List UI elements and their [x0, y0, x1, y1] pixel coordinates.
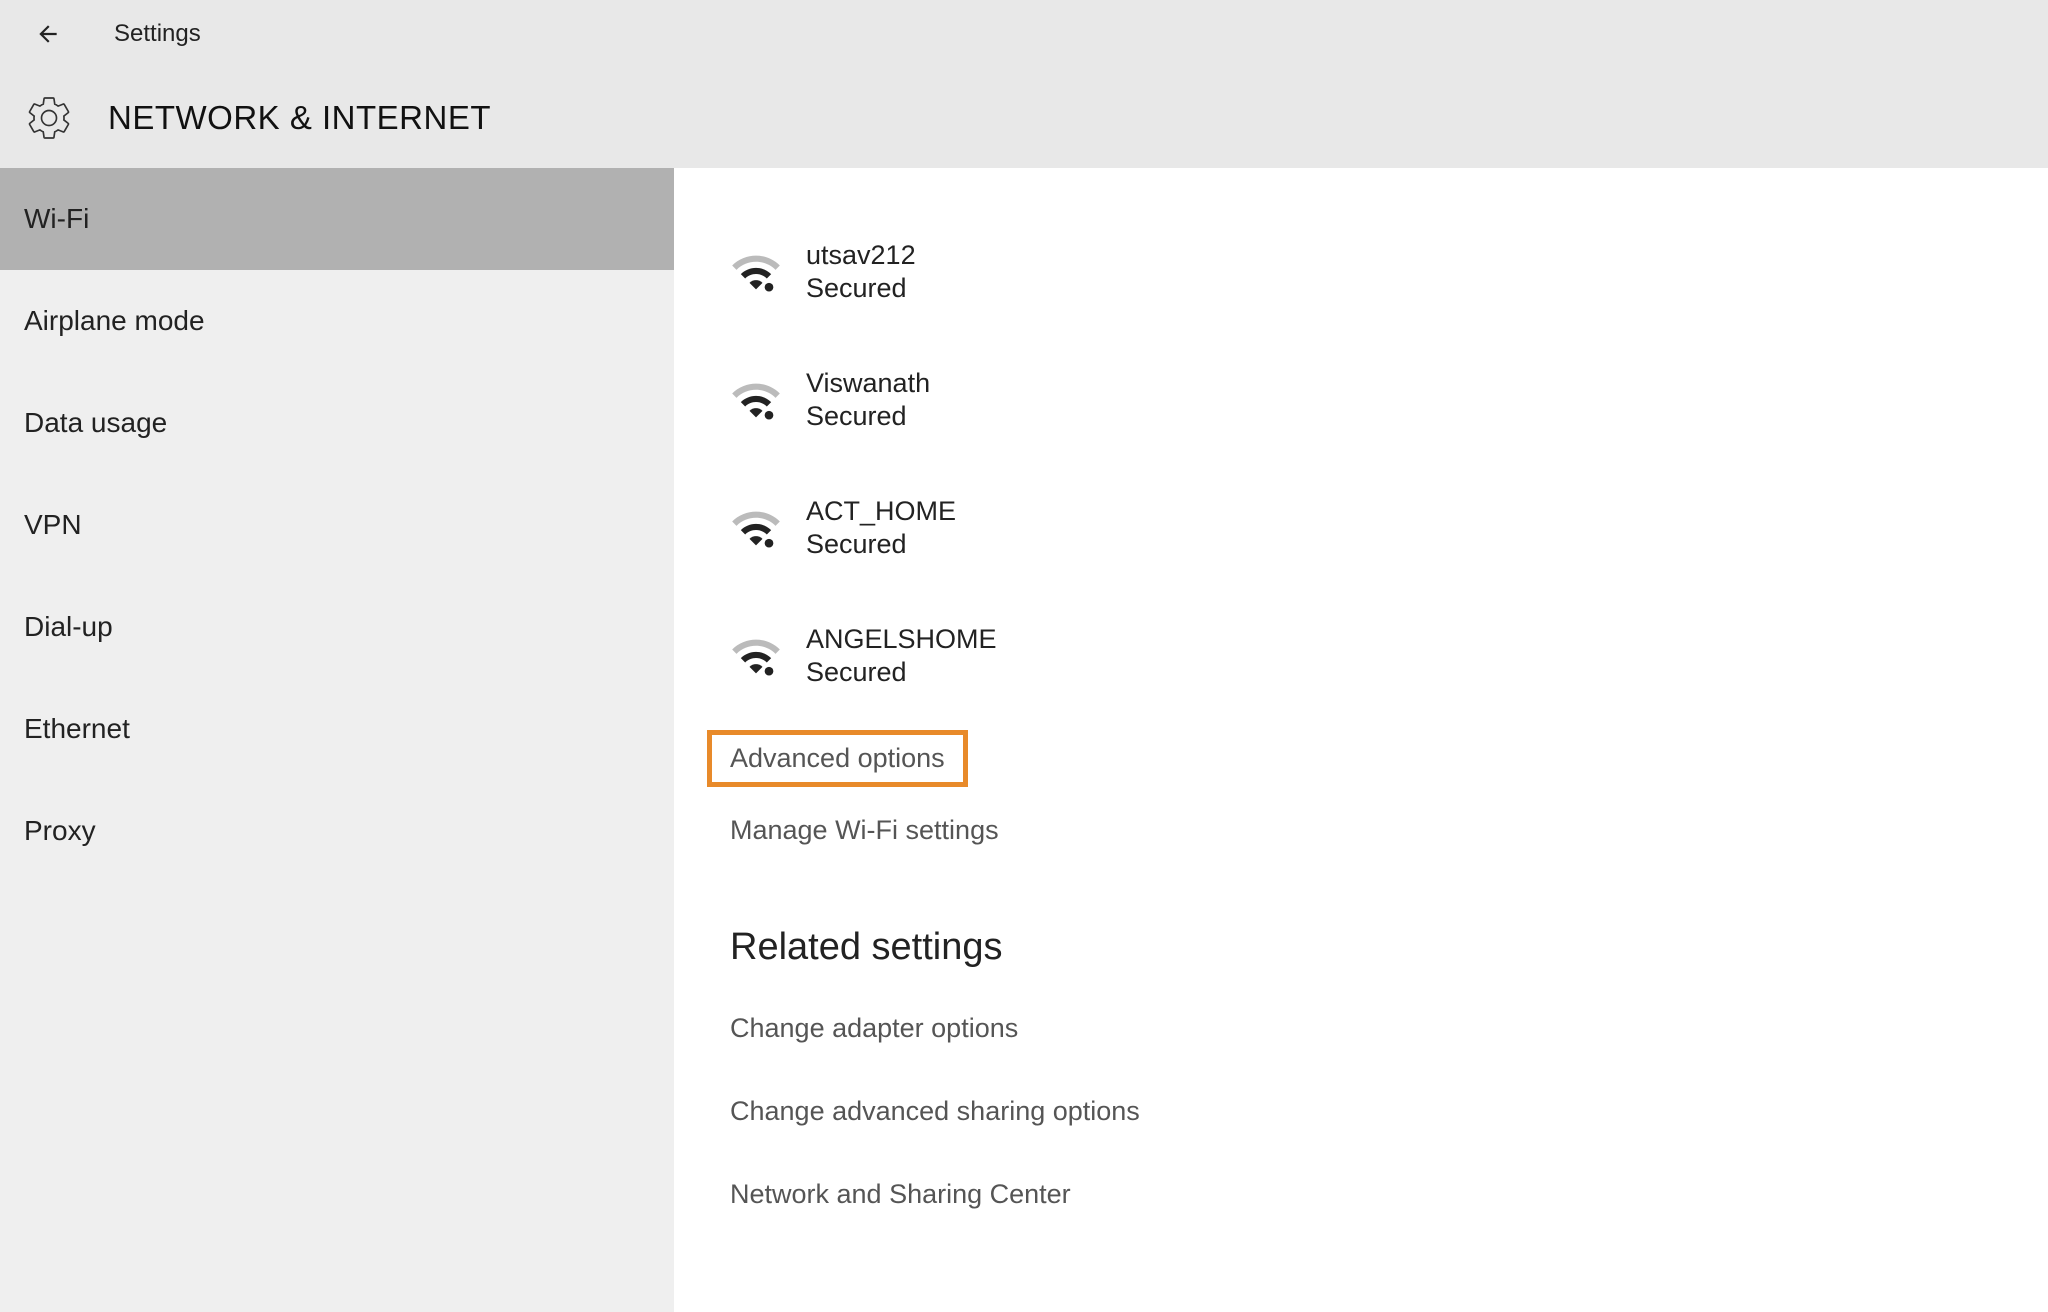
- network-status: Secured: [806, 273, 916, 304]
- sidebar: Wi-Fi Airplane mode Data usage VPN Dial-…: [0, 168, 674, 1312]
- page-header: NETWORK & INTERNET: [0, 68, 2048, 168]
- network-list: utsav212 Secured Viswanath Secured: [730, 208, 2048, 720]
- network-name: ANGELSHOME: [806, 624, 997, 655]
- sidebar-item-data-usage[interactable]: Data usage: [0, 372, 674, 474]
- gear-icon: [22, 91, 76, 145]
- sidebar-item-label: Dial-up: [24, 611, 113, 643]
- network-status: Secured: [806, 529, 956, 560]
- network-name: utsav212: [806, 240, 916, 271]
- network-sharing-center-link[interactable]: Network and Sharing Center: [730, 1179, 2048, 1210]
- content-area: Wi-Fi Airplane mode Data usage VPN Dial-…: [0, 168, 2048, 1312]
- wifi-links: Advanced options Manage Wi-Fi settings: [730, 730, 2048, 846]
- sidebar-item-dial-up[interactable]: Dial-up: [0, 576, 674, 678]
- network-name: Viswanath: [806, 368, 930, 399]
- wifi-icon: [730, 502, 782, 554]
- back-button[interactable]: [30, 16, 66, 52]
- network-item[interactable]: ACT_HOME Secured: [730, 464, 2048, 592]
- network-name: ACT_HOME: [806, 496, 956, 527]
- sidebar-item-label: Data usage: [24, 407, 167, 439]
- sidebar-item-label: Ethernet: [24, 713, 130, 745]
- advanced-options-link[interactable]: Advanced options: [730, 743, 945, 774]
- network-item[interactable]: Viswanath Secured: [730, 336, 2048, 464]
- network-text: ACT_HOME Secured: [806, 496, 956, 560]
- network-item[interactable]: ANGELSHOME Secured: [730, 592, 2048, 720]
- sidebar-item-ethernet[interactable]: Ethernet: [0, 678, 674, 780]
- sidebar-item-wifi[interactable]: Wi-Fi: [0, 168, 674, 270]
- sidebar-item-vpn[interactable]: VPN: [0, 474, 674, 576]
- page-title: NETWORK & INTERNET: [108, 99, 491, 137]
- wifi-icon: [730, 630, 782, 682]
- sidebar-item-airplane-mode[interactable]: Airplane mode: [0, 270, 674, 372]
- main-panel: utsav212 Secured Viswanath Secured: [674, 168, 2048, 1312]
- sidebar-item-label: Proxy: [24, 815, 96, 847]
- header-bar: Settings: [0, 0, 2048, 68]
- wifi-icon: [730, 374, 782, 426]
- network-status: Secured: [806, 401, 930, 432]
- related-settings-heading: Related settings: [730, 926, 2048, 969]
- change-sharing-link[interactable]: Change advanced sharing options: [730, 1096, 2048, 1127]
- sidebar-item-label: VPN: [24, 509, 82, 541]
- change-adapter-link[interactable]: Change adapter options: [730, 1013, 2048, 1044]
- app-title: Settings: [114, 20, 201, 48]
- arrow-left-icon: [35, 21, 61, 47]
- network-item[interactable]: utsav212 Secured: [730, 208, 2048, 336]
- network-text: utsav212 Secured: [806, 240, 916, 304]
- network-text: ANGELSHOME Secured: [806, 624, 997, 688]
- network-text: Viswanath Secured: [806, 368, 930, 432]
- sidebar-item-proxy[interactable]: Proxy: [0, 780, 674, 882]
- wifi-icon: [730, 246, 782, 298]
- highlight-annotation: Advanced options: [707, 730, 968, 787]
- sidebar-item-label: Wi-Fi: [24, 203, 89, 235]
- manage-wifi-link[interactable]: Manage Wi-Fi settings: [730, 815, 2048, 846]
- sidebar-item-label: Airplane mode: [24, 305, 205, 337]
- network-status: Secured: [806, 657, 997, 688]
